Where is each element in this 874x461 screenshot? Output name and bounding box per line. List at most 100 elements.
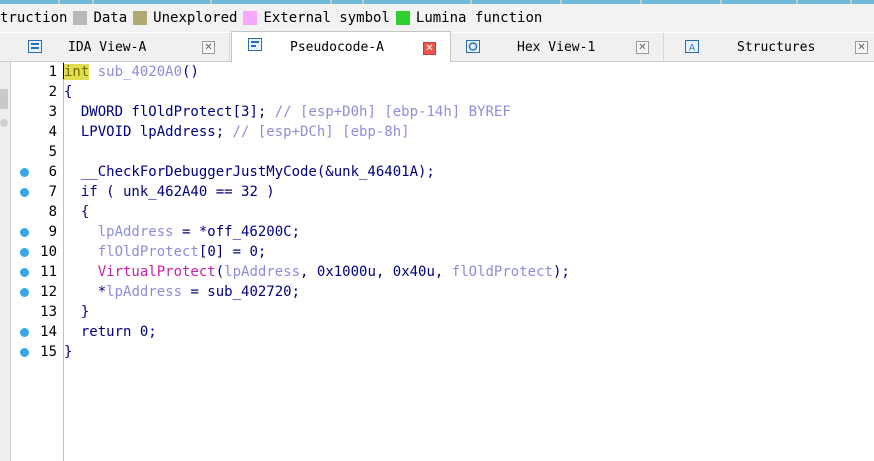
dock-edge-marker [0, 119, 8, 127]
code-token: } [64, 344, 73, 360]
tab-structures[interactable]: A Structures ✕ [665, 33, 874, 61]
code-token: LPVOID lpAddress; [64, 124, 233, 140]
code-token: , [375, 264, 393, 280]
legend-label-unexplored: Unexplored [153, 10, 238, 26]
code-token: ( [215, 264, 225, 280]
code-line[interactable]: lpAddress = *off_46200C; [64, 222, 300, 242]
code-token: 0 [249, 244, 258, 260]
code-token: flOldProtect [97, 244, 199, 260]
line-number: 9 [48, 224, 57, 240]
tab-bar: IDA View-A ✕ Pseudocode-A ✕ Hex View-1 ✕… [0, 31, 874, 62]
code-token: ; [257, 244, 267, 260]
code-line[interactable]: return 0; [64, 322, 157, 342]
code-token: { [64, 84, 73, 100]
legend-swatch-lumina-function [395, 11, 410, 25]
line-number: 13 [40, 304, 57, 320]
code-line[interactable]: VirtualProtect(lpAddress, 0x1000u, 0x40u… [64, 262, 570, 282]
tab-label: Hex View-1 [517, 39, 596, 55]
line-number: 6 [48, 164, 57, 180]
ida-view-icon [28, 40, 42, 53]
tab-label: Structures [737, 39, 816, 55]
legend-swatch-external-symbol [243, 11, 258, 25]
legend-swatch-data [73, 11, 88, 25]
code-token: } [64, 304, 90, 320]
code-token: ) [257, 184, 275, 200]
tab-label: Pseudocode-A [290, 39, 384, 55]
tab-hex-view-1[interactable]: Hex View-1 ✕ [452, 33, 664, 61]
code-token: lpAddress [224, 264, 301, 280]
code-token: // [esp+DCh] [ebp-8h] [232, 124, 410, 140]
code-line[interactable]: if ( unk_462A40 == 32 ) [64, 182, 275, 202]
tab-label: IDA View-A [68, 39, 147, 55]
code-token: 32 [241, 184, 258, 200]
line-number: 3 [48, 104, 57, 120]
code-token: DWORD flOldProtect[ [64, 104, 242, 120]
code-token: () [182, 64, 199, 80]
code-token: int [64, 64, 90, 80]
code-token: , [434, 264, 452, 280]
legend-label-data: Data [93, 10, 128, 26]
code-token: ); [552, 264, 570, 280]
code-line[interactable]: *lpAddress = sub_402720; [64, 282, 300, 302]
code-token: // [esp+D0h] [ebp-14h] BYREF [274, 104, 511, 120]
code-token: ; [148, 324, 157, 340]
code-token: flOldProtect [451, 264, 553, 280]
code-token: = *off_46200C; [173, 224, 301, 240]
line-number: 8 [48, 204, 57, 220]
code-line[interactable]: } [64, 302, 89, 322]
code-token: return [64, 324, 140, 340]
code-token: ]; [249, 104, 275, 120]
legend-label-instruction: truction [0, 10, 68, 26]
code-token: 0 [207, 244, 216, 260]
line-number: 4 [48, 124, 57, 140]
svg-text:A: A [689, 44, 696, 54]
code-line[interactable]: flOldProtect[0] = 0; [64, 242, 267, 262]
pseudocode-editor[interactable]: int sub_4020A0(){ DWORD flOldProtect[3];… [63, 62, 874, 461]
code-token: VirtualProtect [97, 264, 216, 280]
line-number: 14 [40, 324, 57, 340]
line-number: 2 [48, 84, 57, 100]
line-number: 1 [48, 64, 57, 80]
code-line[interactable]: { [64, 82, 72, 102]
line-number-gutter[interactable]: 1 2 3 4 5 6 7 8 9 10 11 12 13 14 15 [11, 62, 64, 461]
code-token: lpAddress [97, 224, 174, 240]
navigation-legend: truction Data Unexplored External symbol… [0, 4, 874, 32]
code-token: lpAddress [106, 284, 183, 300]
hex-view-icon [466, 40, 480, 53]
line-number: 15 [40, 344, 57, 360]
close-icon[interactable]: ✕ [202, 41, 215, 54]
line-number: 12 [40, 284, 57, 300]
code-token: , [300, 264, 317, 280]
close-icon[interactable]: ✕ [636, 41, 649, 54]
code-line[interactable]: LPVOID lpAddress; // [esp+DCh] [ebp-8h] [64, 122, 410, 142]
code-line[interactable]: DWORD flOldProtect[3]; // [esp+D0h] [ebp… [64, 102, 511, 122]
line-number: 10 [40, 244, 57, 260]
structures-icon: A [685, 40, 699, 53]
code-line[interactable]: } [64, 342, 72, 362]
code-token: 0x40u [392, 264, 435, 280]
code-token: { [64, 204, 90, 220]
legend-swatch-unexplored [133, 11, 148, 25]
code-line[interactable]: { [64, 202, 89, 222]
close-icon[interactable]: ✕ [423, 42, 436, 55]
tab-ida-view-a[interactable]: IDA View-A ✕ [18, 33, 230, 61]
line-number: 11 [40, 264, 57, 280]
left-dock-edge[interactable]: ㄴ [0, 33, 11, 461]
code-token: if ( unk_462A40 == [64, 184, 242, 200]
code-line[interactable]: int sub_4020A0() [63, 62, 199, 82]
tab-pseudocode-a[interactable]: Pseudocode-A ✕ [231, 31, 451, 62]
line-number: 7 [48, 184, 57, 200]
code-token: = sub_402720; [182, 284, 301, 300]
dock-edge-scroll[interactable] [0, 89, 8, 109]
code-token: __CheckForDebuggerJustMyCode(&unk_46401A… [64, 164, 435, 180]
legend-label-external-symbol: External symbol [263, 10, 390, 26]
code-line[interactable]: __CheckForDebuggerJustMyCode(&unk_46401A… [64, 162, 435, 182]
close-icon[interactable]: ✕ [855, 41, 868, 54]
code-token: 0x1000u [316, 264, 376, 280]
pseudocode-icon [248, 38, 262, 51]
code-token: * [64, 284, 107, 300]
code-token: sub_4020A0 [89, 64, 183, 80]
